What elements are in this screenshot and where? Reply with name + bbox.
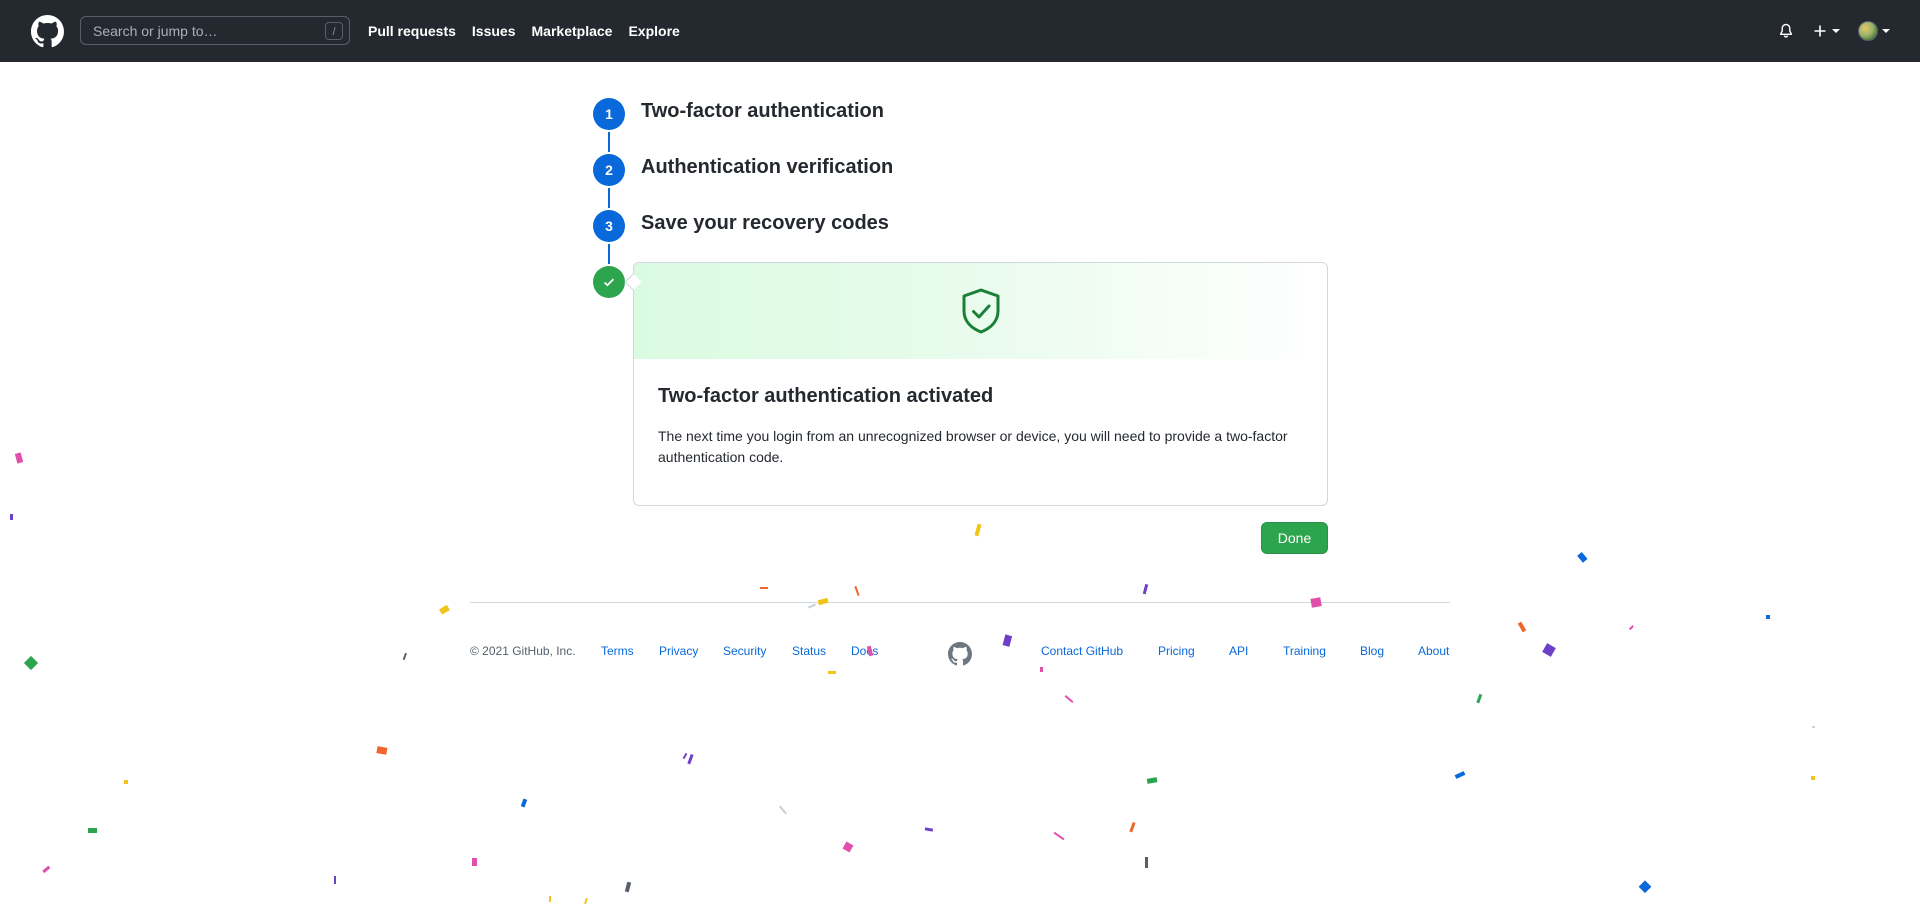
confetti-piece	[334, 876, 336, 884]
confetti-piece	[682, 752, 688, 760]
footer-divider	[470, 602, 1450, 603]
plus-icon	[1814, 25, 1826, 37]
step-number: 3	[593, 210, 625, 242]
step-number: 2	[593, 154, 625, 186]
footer-link-pricing[interactable]: Pricing	[1158, 644, 1195, 658]
confetti-piece	[472, 858, 477, 866]
confetti-piece	[842, 841, 854, 853]
search-shortcut-hint: /	[325, 22, 343, 40]
confetti-piece	[924, 827, 934, 832]
confetti-piece	[402, 652, 407, 661]
chevron-down-icon	[1882, 29, 1890, 33]
confetti-piece	[124, 780, 128, 784]
confetti-piece	[549, 896, 551, 902]
footer-link-api[interactable]: API	[1229, 644, 1248, 658]
confetti-piece	[14, 452, 24, 464]
confetti-piece	[10, 514, 13, 520]
confetti-piece	[1638, 880, 1652, 894]
confetti-piece	[828, 671, 836, 674]
confetti-piece	[584, 897, 588, 905]
confetti-piece	[1542, 643, 1556, 657]
step-1: 1 Two-factor authentication	[593, 98, 884, 130]
footer-link-privacy[interactable]: Privacy	[659, 644, 698, 658]
nav-issues[interactable]: Issues	[472, 23, 516, 39]
card-title: Two-factor authentication activated	[658, 385, 994, 407]
step-title: Authentication verification	[641, 156, 894, 178]
github-logo-icon[interactable]	[31, 15, 64, 48]
confetti-piece	[1064, 695, 1074, 703]
confetti-piece	[1517, 621, 1527, 633]
confetti-piece	[1812, 726, 1815, 728]
confetti-piece	[439, 604, 450, 615]
bell-icon	[1780, 23, 1792, 38]
footer-copyright: © 2021 GitHub, Inc.	[470, 644, 576, 658]
create-new-button[interactable]	[1812, 23, 1840, 39]
confetti-piece	[779, 805, 787, 815]
confetti-piece	[1145, 857, 1148, 868]
confetti-piece	[760, 587, 768, 589]
step-complete	[593, 266, 625, 298]
confetti-piece	[1577, 552, 1588, 563]
footer-link-blog[interactable]: Blog	[1360, 644, 1384, 658]
top-header: / Pull requests Issues Marketplace Explo…	[0, 0, 1920, 62]
footer-link-about[interactable]: About	[1418, 644, 1449, 658]
header-actions	[1778, 0, 1890, 62]
nav-pull-requests[interactable]: Pull requests	[368, 23, 456, 39]
shield-check-icon	[962, 288, 999, 334]
notifications-button[interactable]	[1778, 23, 1794, 39]
activation-card: Two-factor authentication activated The …	[633, 262, 1328, 506]
confetti-piece	[42, 865, 51, 874]
confetti-piece	[1040, 667, 1043, 672]
footer-link-security[interactable]: Security	[723, 644, 766, 658]
footer-link-docs[interactable]: Docs	[851, 644, 878, 658]
step-number: 1	[593, 98, 625, 130]
nav-marketplace[interactable]: Marketplace	[532, 23, 613, 39]
confetti-piece	[23, 655, 39, 671]
confetti-piece	[1476, 693, 1483, 704]
main-nav: Pull requests Issues Marketplace Explore	[368, 0, 680, 62]
avatar	[1858, 21, 1878, 41]
done-button[interactable]: Done	[1261, 522, 1328, 554]
confetti-piece	[1146, 777, 1158, 784]
confetti-piece	[1766, 615, 1770, 619]
confetti-piece	[1053, 831, 1065, 841]
confetti-piece	[1129, 821, 1136, 833]
footer-link-training[interactable]: Training	[1283, 644, 1326, 658]
check-icon	[604, 278, 614, 287]
footer: © 2021 GitHub, Inc. Terms Privacy Securi…	[470, 642, 1450, 666]
step-connector	[608, 242, 610, 266]
step-connector	[608, 186, 610, 210]
footer-link-status[interactable]: Status	[792, 644, 826, 658]
card-description: The next time you login from an unrecogn…	[658, 428, 1288, 465]
confetti-piece	[376, 746, 388, 755]
nav-explore[interactable]: Explore	[628, 23, 679, 39]
confetti-piece	[854, 585, 860, 597]
confetti-piece	[974, 523, 982, 537]
confetti-piece	[807, 603, 817, 609]
confetti-piece	[1142, 583, 1149, 595]
confetti-piece	[687, 753, 694, 765]
user-menu-button[interactable]	[1858, 21, 1890, 41]
search-box[interactable]: /	[80, 16, 350, 45]
step-title: Two-factor authentication	[641, 100, 884, 122]
step-title: Save your recovery codes	[641, 212, 889, 234]
confetti-piece	[88, 828, 97, 833]
step-3: 3 Save your recovery codes	[593, 210, 889, 242]
chevron-down-icon	[1832, 29, 1840, 33]
confetti-piece	[1454, 771, 1466, 779]
confetti-piece	[1811, 776, 1815, 780]
footer-link-terms[interactable]: Terms	[601, 644, 634, 658]
confetti-piece	[1628, 625, 1634, 631]
confetti-piece	[520, 798, 528, 808]
card-banner	[634, 263, 1327, 359]
github-mark-icon[interactable]	[948, 642, 972, 666]
step-2: 2 Authentication verification	[593, 154, 893, 186]
confetti-piece	[624, 881, 632, 893]
search-input[interactable]	[81, 21, 325, 40]
card-body: Two-factor authentication activated The …	[634, 359, 1327, 492]
step-connector	[608, 130, 610, 154]
footer-link-contact[interactable]: Contact GitHub	[1041, 644, 1123, 658]
